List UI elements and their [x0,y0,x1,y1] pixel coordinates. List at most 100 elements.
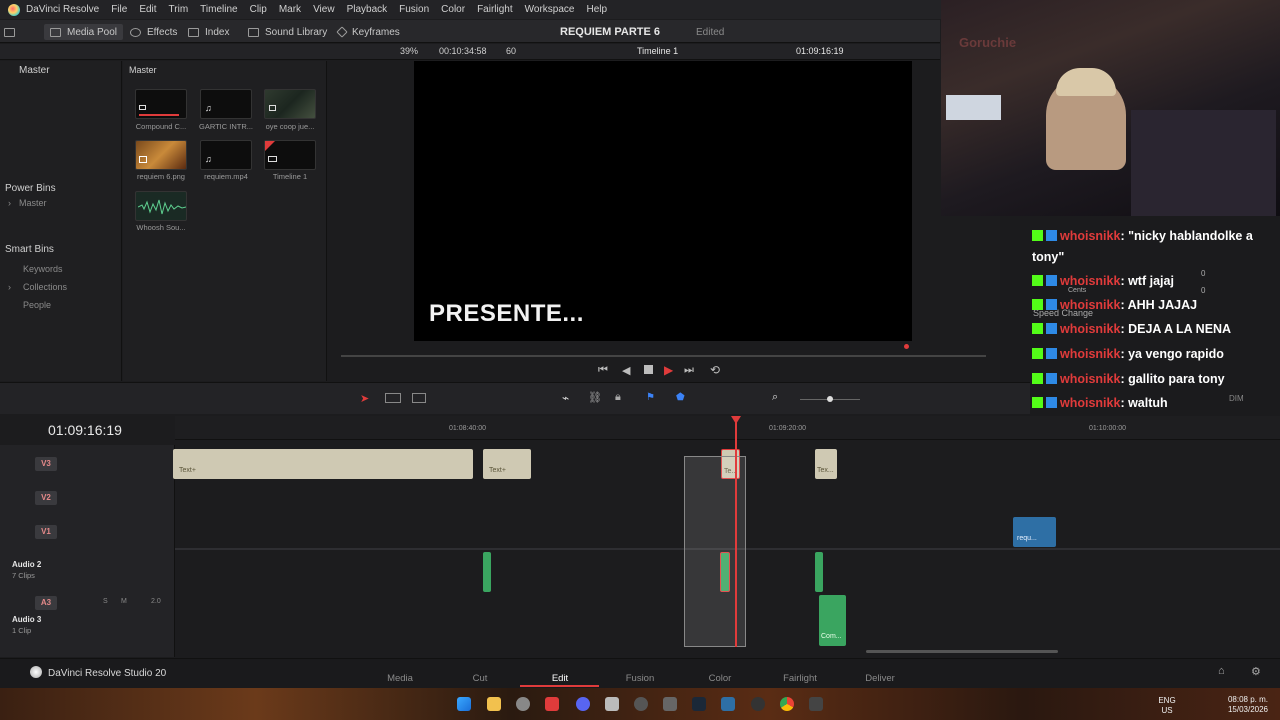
bin-item-requiem-mp4[interactable]: ♫ [200,140,252,170]
chevron-right-icon[interactable]: › [8,282,11,292]
viewer-scrubber[interactable] [341,355,986,357]
smart-bin-people[interactable]: People [23,300,51,310]
sound-library-button[interactable]: Sound Library [248,24,327,40]
menu-fairlight[interactable]: Fairlight [471,4,519,15]
smart-bin-collections[interactable]: Collections [23,282,67,292]
dim-button[interactable]: DIM [1229,394,1244,403]
bin-item-compound[interactable] [135,89,187,119]
bin-item-timeline[interactable] [264,140,316,170]
bin-item-whoosh[interactable] [135,191,187,221]
bin-item-oye-coop[interactable] [264,89,316,119]
menu-playback[interactable]: Playback [341,4,394,15]
index-button[interactable]: Index [188,24,229,40]
nav-cut[interactable]: Cut [450,673,510,684]
home-icon[interactable]: ⌂ [1218,665,1225,677]
nav-edit[interactable]: Edit [530,673,590,684]
obs-icon[interactable] [516,697,530,711]
menu-view[interactable]: View [307,4,341,15]
nav-media[interactable]: Media [370,673,430,684]
mute-button[interactable]: M [121,598,127,605]
davinci-taskbar-icon[interactable] [809,697,823,711]
track-a3-label[interactable]: A3 [35,596,57,610]
nav-color[interactable]: Color [690,673,750,684]
bin-item-gartic[interactable]: ♫ [200,89,252,119]
chrome-icon[interactable] [780,697,794,711]
video-clip[interactable]: requ... [1013,517,1056,547]
nav-fairlight[interactable]: Fairlight [770,673,830,684]
snapping-icon[interactable]: ⌁ [562,391,569,405]
master-bin[interactable]: Master [19,65,50,76]
app-icon[interactable] [634,697,648,711]
viewer-screen[interactable] [414,61,912,341]
lock-icon[interactable]: 🔒︎ [615,391,621,404]
play-reverse-icon[interactable]: ◀ [622,364,630,377]
skip-end-icon[interactable]: ⏭ [684,364,694,377]
timeline-timecode[interactable]: 01:09:16:19 [48,422,122,438]
track-v3-label[interactable]: V3 [35,457,57,471]
media-pool-button[interactable]: Media Pool [44,24,124,40]
audio-clip[interactable] [815,552,823,592]
playhead[interactable] [735,416,737,647]
text-clip[interactable]: Tex... [815,449,837,479]
flag-icon[interactable]: ⚑ [646,392,655,403]
chevron-right-icon[interactable]: › [8,198,11,208]
blade-tool-icon[interactable] [412,393,426,403]
active-page-indicator [520,685,599,687]
tray-language[interactable]: ENG [1153,696,1181,706]
menu-mark[interactable]: Mark [273,4,307,15]
audio-clip[interactable]: Com... [819,595,846,646]
menu-help[interactable]: Help [580,4,613,15]
steam-icon[interactable] [692,697,706,711]
play-icon[interactable]: ▶ [664,363,673,377]
marker-icon[interactable]: ⬟ [676,392,685,403]
timeline-scrollbar[interactable] [866,650,1058,653]
tray-time[interactable]: 08:08 p. m. [1220,695,1276,705]
text-clip[interactable]: Text+ [483,449,531,479]
tray-date[interactable]: 15/03/2026 [1220,705,1276,715]
zoom-level[interactable]: 39% [400,46,418,56]
menu-color[interactable]: Color [435,4,471,15]
scrubber-marker[interactable] [904,344,909,349]
text-clip[interactable]: Text+ [173,449,473,479]
effects-button[interactable]: Effects [130,24,177,40]
bin-item-requiem-png[interactable] [135,140,187,170]
file-explorer-icon[interactable] [487,697,501,711]
tray-region[interactable]: US [1153,706,1181,716]
stop-icon[interactable] [644,365,653,374]
gear-icon[interactable]: ⚙ [1251,665,1261,678]
timeline-name[interactable]: Timeline 1 [637,46,678,56]
keyframes-button[interactable]: Keyframes [336,24,400,40]
app-icon[interactable] [605,697,619,711]
solo-button[interactable]: S [103,598,108,605]
skip-start-icon[interactable]: ⏮ [598,364,608,377]
trim-tool-icon[interactable] [385,393,401,403]
nav-deliver[interactable]: Deliver [850,673,910,684]
app-icon[interactable] [545,697,559,711]
panel-toggle-icon[interactable] [4,24,15,40]
loop-icon[interactable]: ⟲ [710,363,720,377]
menu-workspace[interactable]: Workspace [519,4,581,15]
menu-file[interactable]: File [105,4,133,15]
nav-fusion[interactable]: Fusion [610,673,670,684]
select-tool-icon[interactable]: ➤ [360,392,369,405]
zoom-slider-knob[interactable] [827,396,833,402]
windows-start-icon[interactable] [457,697,471,711]
playhead-handle[interactable] [731,416,741,424]
menu-edit[interactable]: Edit [133,4,162,15]
discord-icon[interactable] [576,697,590,711]
menu-trim[interactable]: Trim [163,4,195,15]
track-v2-label[interactable]: V2 [35,491,57,505]
audio-clip[interactable] [483,552,491,592]
smart-bin-keywords[interactable]: Keywords [23,264,63,274]
menu-clip[interactable]: Clip [244,4,273,15]
app-icon[interactable] [751,697,765,711]
power-bins-master[interactable]: Master [19,198,47,208]
app-icon[interactable] [663,697,677,711]
zoom-icon[interactable]: ⌕ [772,391,778,404]
link-icon[interactable]: ⛓ [588,391,602,404]
track-v1-label[interactable]: V1 [35,525,57,539]
bin-item-label: requiem.mp4 [204,172,248,181]
menu-timeline[interactable]: Timeline [194,4,243,15]
app-icon[interactable] [721,697,735,711]
menu-fusion[interactable]: Fusion [393,4,435,15]
